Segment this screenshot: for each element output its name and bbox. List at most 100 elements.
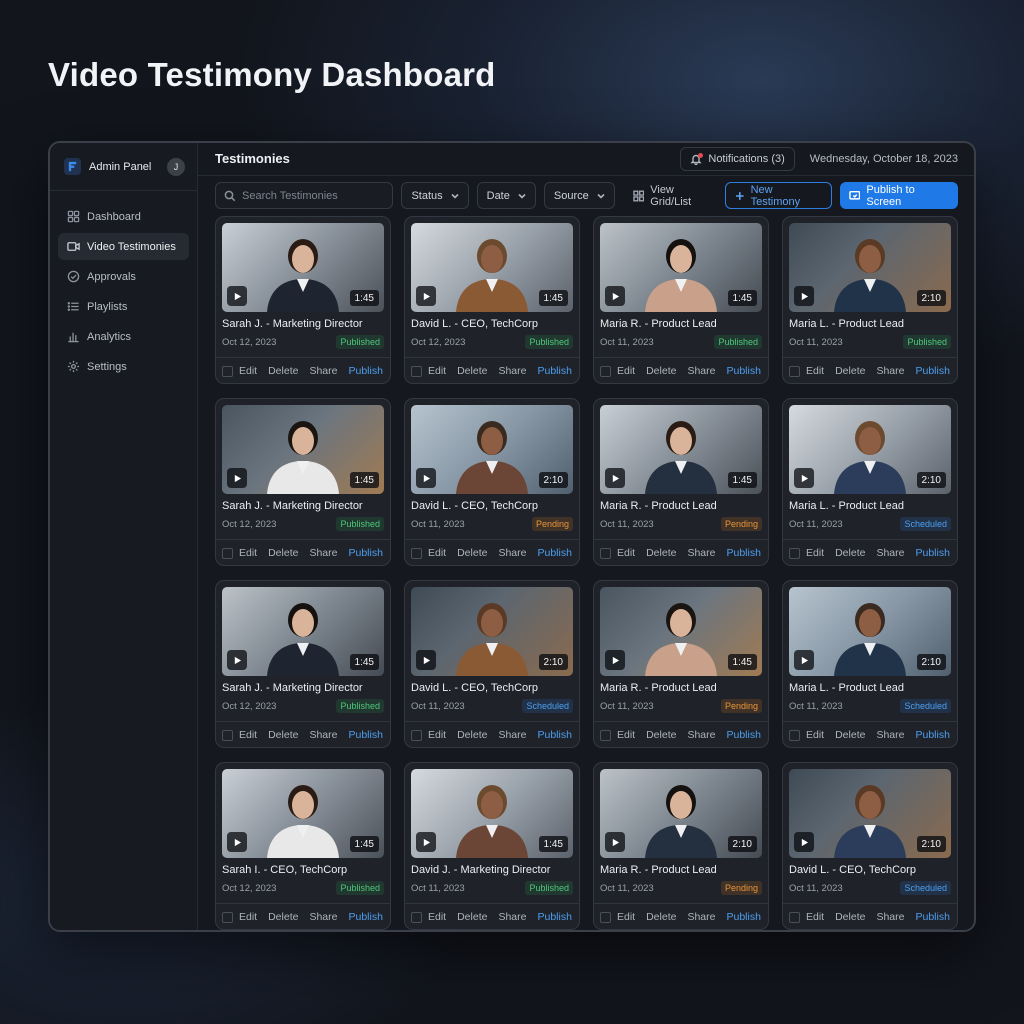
delete-button[interactable]: Delete xyxy=(835,911,865,923)
publish-button[interactable]: Publish xyxy=(348,547,382,559)
edit-button[interactable]: Edit xyxy=(239,365,257,377)
video-thumbnail[interactable]: 1:45 xyxy=(600,587,762,676)
sidebar-item-settings[interactable]: Settings xyxy=(58,353,189,380)
select-checkbox[interactable] xyxy=(222,365,233,377)
edit-button[interactable]: Edit xyxy=(428,547,446,559)
delete-button[interactable]: Delete xyxy=(835,547,865,559)
play-button[interactable] xyxy=(794,286,814,306)
testimony-card[interactable]: 2:10 David L. - CEO, TechCorp Oct 11, 20… xyxy=(404,580,580,748)
sidebar-item-video-testimonies[interactable]: Video Testimonies xyxy=(58,233,189,260)
delete-button[interactable]: Delete xyxy=(268,365,298,377)
select-checkbox[interactable] xyxy=(600,547,611,559)
delete-button[interactable]: Delete xyxy=(646,547,676,559)
testimony-card[interactable]: 1:45 Sarah I. - CEO, TechCorp Oct 12, 20… xyxy=(215,762,391,930)
view-grid-list-toggle[interactable]: View Grid/List xyxy=(633,184,715,208)
share-button[interactable]: Share xyxy=(309,911,337,923)
testimony-card[interactable]: 2:10 Maria L. - Product Lead Oct 11, 202… xyxy=(782,216,958,384)
edit-button[interactable]: Edit xyxy=(806,547,824,559)
video-thumbnail[interactable]: 2:10 xyxy=(789,587,951,676)
edit-button[interactable]: Edit xyxy=(617,729,635,741)
share-button[interactable]: Share xyxy=(876,365,904,377)
select-checkbox[interactable] xyxy=(600,729,611,741)
share-button[interactable]: Share xyxy=(876,911,904,923)
edit-button[interactable]: Edit xyxy=(428,911,446,923)
notifications-button[interactable]: Notifications (3) xyxy=(680,146,795,171)
delete-button[interactable]: Delete xyxy=(646,365,676,377)
share-button[interactable]: Share xyxy=(687,547,715,559)
new-testimony-button[interactable]: New Testimony xyxy=(725,182,832,210)
share-button[interactable]: Share xyxy=(498,729,526,741)
select-checkbox[interactable] xyxy=(600,365,611,377)
share-button[interactable]: Share xyxy=(687,911,715,923)
delete-button[interactable]: Delete xyxy=(646,911,676,923)
delete-button[interactable]: Delete xyxy=(268,911,298,923)
video-thumbnail[interactable]: 2:10 xyxy=(411,405,573,494)
share-button[interactable]: Share xyxy=(309,547,337,559)
search-input[interactable] xyxy=(242,189,382,202)
publish-to-screen-button[interactable]: Publish to Screen xyxy=(839,182,958,210)
date-filter-dropdown[interactable]: Date xyxy=(476,182,536,210)
select-checkbox[interactable] xyxy=(789,911,800,923)
sidebar-item-playlists[interactable]: Playlists xyxy=(58,293,189,320)
sidebar-item-dashboard[interactable]: Dashboard xyxy=(58,203,189,230)
edit-button[interactable]: Edit xyxy=(617,365,635,377)
delete-button[interactable]: Delete xyxy=(646,729,676,741)
publish-button[interactable]: Publish xyxy=(726,547,760,559)
video-thumbnail[interactable]: 2:10 xyxy=(600,769,762,858)
share-button[interactable]: Share xyxy=(309,365,337,377)
status-filter-dropdown[interactable]: Status xyxy=(401,182,469,210)
delete-button[interactable]: Delete xyxy=(457,911,487,923)
source-filter-dropdown[interactable]: Source xyxy=(543,182,615,210)
publish-button[interactable]: Publish xyxy=(348,911,382,923)
publish-button[interactable]: Publish xyxy=(726,729,760,741)
video-thumbnail[interactable]: 2:10 xyxy=(789,223,951,312)
testimony-card[interactable]: 2:10 David L. - CEO, TechCorp Oct 11, 20… xyxy=(404,398,580,566)
edit-button[interactable]: Edit xyxy=(806,365,824,377)
play-button[interactable] xyxy=(227,832,247,852)
select-checkbox[interactable] xyxy=(222,547,233,559)
delete-button[interactable]: Delete xyxy=(268,729,298,741)
edit-button[interactable]: Edit xyxy=(239,911,257,923)
publish-button[interactable]: Publish xyxy=(726,911,760,923)
publish-button[interactable]: Publish xyxy=(537,911,571,923)
video-thumbnail[interactable]: 1:45 xyxy=(600,405,762,494)
publish-button[interactable]: Publish xyxy=(537,729,571,741)
publish-button[interactable]: Publish xyxy=(726,365,760,377)
video-thumbnail[interactable]: 1:45 xyxy=(222,405,384,494)
select-checkbox[interactable] xyxy=(222,729,233,741)
publish-button[interactable]: Publish xyxy=(537,365,571,377)
play-button[interactable] xyxy=(416,286,436,306)
play-button[interactable] xyxy=(227,468,247,488)
edit-button[interactable]: Edit xyxy=(428,729,446,741)
publish-button[interactable]: Publish xyxy=(915,911,949,923)
testimony-card[interactable]: 1:45 Maria R. - Product Lead Oct 11, 202… xyxy=(593,216,769,384)
video-thumbnail[interactable]: 1:45 xyxy=(222,587,384,676)
share-button[interactable]: Share xyxy=(876,729,904,741)
play-button[interactable] xyxy=(416,650,436,670)
share-button[interactable]: Share xyxy=(687,729,715,741)
testimony-card[interactable]: 1:45 Maria R. - Product Lead Oct 11, 202… xyxy=(593,398,769,566)
edit-button[interactable]: Edit xyxy=(806,729,824,741)
publish-button[interactable]: Publish xyxy=(915,547,949,559)
share-button[interactable]: Share xyxy=(498,547,526,559)
video-thumbnail[interactable]: 1:45 xyxy=(411,769,573,858)
select-checkbox[interactable] xyxy=(222,911,233,923)
edit-button[interactable]: Edit xyxy=(617,911,635,923)
play-button[interactable] xyxy=(794,468,814,488)
play-button[interactable] xyxy=(605,286,625,306)
play-button[interactable] xyxy=(227,650,247,670)
select-checkbox[interactable] xyxy=(411,365,422,377)
sidebar-item-analytics[interactable]: Analytics xyxy=(58,323,189,350)
delete-button[interactable]: Delete xyxy=(835,729,865,741)
user-avatar[interactable]: J xyxy=(167,157,185,176)
select-checkbox[interactable] xyxy=(411,729,422,741)
edit-button[interactable]: Edit xyxy=(239,547,257,559)
play-button[interactable] xyxy=(605,468,625,488)
delete-button[interactable]: Delete xyxy=(268,547,298,559)
delete-button[interactable]: Delete xyxy=(457,547,487,559)
publish-button[interactable]: Publish xyxy=(537,547,571,559)
testimony-card[interactable]: 1:45 Maria R. - Product Lead Oct 11, 202… xyxy=(593,580,769,748)
publish-button[interactable]: Publish xyxy=(915,365,949,377)
testimony-card[interactable]: 2:10 Maria L. - Product Lead Oct 11, 202… xyxy=(782,398,958,566)
share-button[interactable]: Share xyxy=(498,911,526,923)
